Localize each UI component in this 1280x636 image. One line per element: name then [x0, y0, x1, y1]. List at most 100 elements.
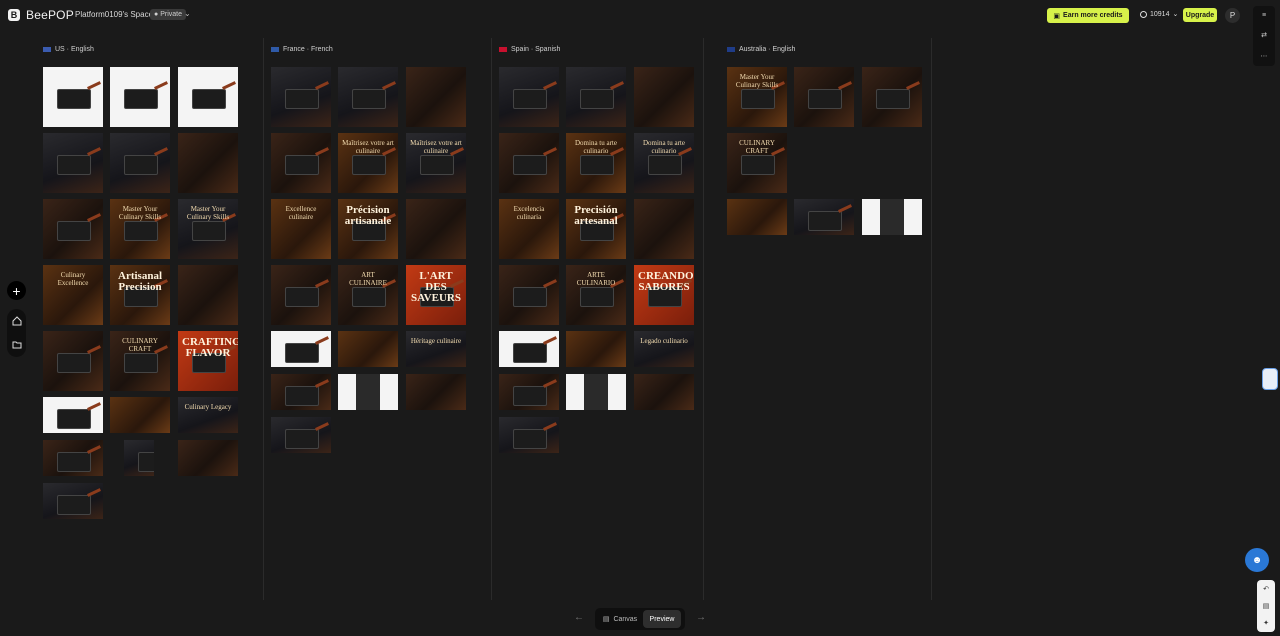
- design-thumbnail[interactable]: [862, 67, 922, 127]
- design-thumbnail[interactable]: Maîtrisez votre art culinaire: [406, 133, 466, 193]
- design-thumbnail[interactable]: Legado culinario: [634, 331, 694, 367]
- chevron-down-icon[interactable]: ⌄: [184, 9, 191, 18]
- design-thumbnail[interactable]: [43, 397, 103, 433]
- design-thumbnail[interactable]: [406, 67, 466, 127]
- design-thumbnail[interactable]: CULINARY CRAFT: [110, 331, 170, 391]
- design-thumbnail[interactable]: CULINARY CRAFT: [727, 133, 787, 193]
- design-thumbnail[interactable]: Artisanal Precision: [110, 265, 170, 325]
- design-thumbnail[interactable]: Maîtrisez votre art culinaire: [338, 133, 398, 193]
- design-thumbnail[interactable]: [43, 440, 103, 476]
- design-thumbnail[interactable]: [43, 67, 103, 127]
- design-thumbnail[interactable]: [794, 67, 854, 127]
- collapse-icon[interactable]: ≡: [1262, 12, 1266, 19]
- pan-graphic: [285, 287, 319, 307]
- earn-credits-button[interactable]: ▣ Earn more credits: [1047, 8, 1129, 23]
- design-thumbnail[interactable]: [566, 67, 626, 127]
- design-thumbnail[interactable]: [499, 265, 559, 325]
- design-thumbnail[interactable]: [499, 67, 559, 127]
- design-thumbnail[interactable]: [634, 199, 694, 259]
- folder-icon[interactable]: [12, 340, 22, 350]
- design-thumbnail[interactable]: Master Your Culinary Skills: [110, 199, 170, 259]
- design-thumbnail[interactable]: Master Your Culinary Skills: [178, 199, 238, 259]
- design-thumbnail[interactable]: [178, 133, 238, 193]
- design-thumbnail[interactable]: [406, 199, 466, 259]
- design-thumbnail[interactable]: [499, 331, 559, 367]
- design-thumbnail[interactable]: [43, 331, 103, 391]
- design-thumbnail[interactable]: [271, 331, 331, 367]
- design-thumbnail[interactable]: Culinary Excellence: [43, 265, 103, 325]
- design-thumbnail[interactable]: [271, 67, 331, 127]
- design-thumbnail[interactable]: [124, 440, 154, 476]
- design-thumbnail[interactable]: Master Your Culinary Skills: [727, 67, 787, 127]
- design-thumbnail[interactable]: [338, 331, 398, 367]
- design-thumbnail[interactable]: [862, 199, 922, 235]
- design-thumbnail[interactable]: [566, 331, 626, 367]
- brand-logo[interactable]: B BeePOP: [8, 8, 74, 22]
- pan-handle-graphic: [315, 336, 329, 345]
- avatar[interactable]: P: [1225, 8, 1240, 23]
- space-name[interactable]: Platform0109's Space: [75, 10, 153, 19]
- help-bot-icon[interactable]: ☻: [1245, 548, 1269, 572]
- design-thumbnail[interactable]: [406, 374, 466, 410]
- home-icon[interactable]: [12, 316, 22, 326]
- design-thumbnail[interactable]: [634, 67, 694, 127]
- design-thumbnail[interactable]: [110, 67, 170, 127]
- design-thumbnail[interactable]: [271, 265, 331, 325]
- design-thumbnail[interactable]: Culinary Legacy: [178, 397, 238, 433]
- pan-handle-graphic: [154, 81, 168, 90]
- settings-icon[interactable]: ✦: [1263, 619, 1269, 627]
- canvas-tab[interactable]: ▤ Canvas: [597, 610, 643, 628]
- design-thumbnail[interactable]: [271, 417, 331, 453]
- design-thumbnail[interactable]: Héritage culinaire: [406, 331, 466, 367]
- design-thumbnail[interactable]: Domina tu arte culinario: [566, 133, 626, 193]
- design-thumbnail[interactable]: [727, 199, 787, 235]
- design-thumbnail[interactable]: [338, 374, 398, 410]
- design-thumbnail[interactable]: Domina tu arte culinario: [634, 133, 694, 193]
- previous-arrow-icon[interactable]: ←: [574, 612, 584, 623]
- design-thumbnail[interactable]: CREANDO SABORES: [634, 265, 694, 325]
- pan-handle-graphic: [906, 81, 920, 90]
- more-icon[interactable]: ⋯: [1261, 52, 1268, 60]
- design-thumbnail[interactable]: [110, 397, 170, 433]
- side-widget[interactable]: [1262, 368, 1278, 390]
- design-thumbnail[interactable]: [499, 133, 559, 193]
- design-thumbnail[interactable]: [43, 483, 103, 519]
- share-icon[interactable]: ⇄: [1261, 31, 1267, 39]
- design-thumbnail[interactable]: [43, 133, 103, 193]
- pan-handle-graphic: [543, 147, 557, 156]
- design-thumbnail[interactable]: [178, 67, 238, 127]
- layers-icon[interactable]: ▤: [1263, 602, 1270, 610]
- upgrade-button[interactable]: Upgrade: [1183, 8, 1217, 22]
- visibility-badge[interactable]: ● Private: [150, 9, 187, 20]
- design-thumbnail[interactable]: [566, 374, 626, 410]
- design-thumbnail[interactable]: [271, 374, 331, 410]
- design-thumbnail[interactable]: [338, 67, 398, 127]
- design-thumbnail[interactable]: [794, 199, 854, 235]
- undo-icon[interactable]: ↶: [1263, 585, 1269, 593]
- design-thumbnail[interactable]: ARTE CULINARIO: [566, 265, 626, 325]
- design-thumbnail[interactable]: Précision artisanale: [338, 199, 398, 259]
- locale-column-title[interactable]: Spain · Spanish: [499, 46, 560, 53]
- design-thumbnail[interactable]: CRAFTING FLAVOR: [178, 331, 238, 391]
- design-thumbnail[interactable]: [178, 440, 238, 476]
- preview-tab[interactable]: Preview: [643, 610, 681, 628]
- design-thumbnail[interactable]: [271, 133, 331, 193]
- locale-column-title[interactable]: Australia · English: [727, 46, 795, 53]
- design-thumbnail[interactable]: Excelencia culinaria: [499, 199, 559, 259]
- design-thumbnail[interactable]: Excellence culinaire: [271, 199, 331, 259]
- credits-display[interactable]: 10914 ⌄: [1140, 10, 1178, 18]
- view-toggle: ▤ Canvas Preview: [595, 608, 685, 630]
- design-thumbnail[interactable]: [178, 265, 238, 325]
- design-thumbnail[interactable]: [110, 133, 170, 193]
- add-button[interactable]: +: [7, 281, 26, 300]
- locale-column-title[interactable]: France · French: [271, 46, 333, 53]
- design-thumbnail[interactable]: ART CULINAIRE: [338, 265, 398, 325]
- design-thumbnail[interactable]: [499, 374, 559, 410]
- design-thumbnail[interactable]: [43, 199, 103, 259]
- design-thumbnail[interactable]: [499, 417, 559, 453]
- locale-column-title[interactable]: US · English: [43, 46, 94, 53]
- design-thumbnail[interactable]: [634, 374, 694, 410]
- design-thumbnail[interactable]: L'ART DES SAVEURS: [406, 265, 466, 325]
- design-thumbnail[interactable]: Precisión artesanal: [566, 199, 626, 259]
- next-arrow-icon[interactable]: →: [696, 612, 706, 623]
